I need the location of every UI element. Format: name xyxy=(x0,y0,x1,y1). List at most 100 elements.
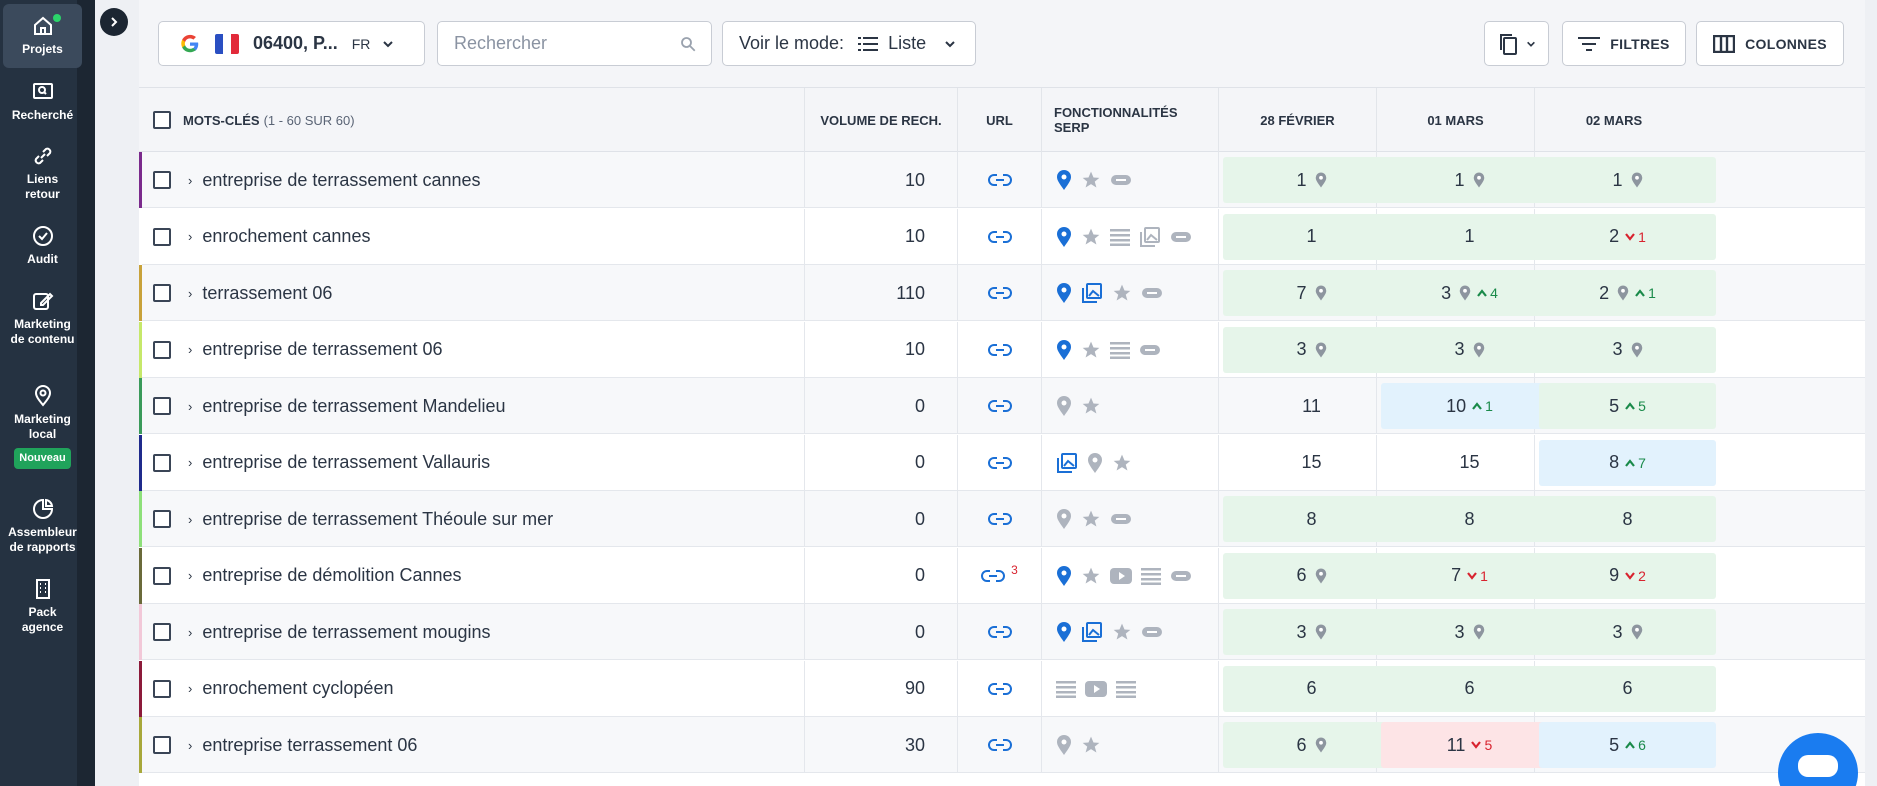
expand-chevron-icon[interactable]: › xyxy=(188,625,192,640)
row-checkbox[interactable] xyxy=(153,510,171,528)
table-row[interactable]: › entreprise de terrassement 06 10 3 3 3 xyxy=(139,321,1865,378)
link-icon[interactable] xyxy=(987,456,1012,470)
position-cell[interactable]: 6 xyxy=(1223,552,1400,599)
table-row[interactable]: › enrochement cannes 10 1121 xyxy=(139,208,1865,265)
row-checkbox[interactable] xyxy=(153,736,171,754)
expand-chevron-icon[interactable]: › xyxy=(188,568,192,583)
position-cell[interactable]: 3 xyxy=(1223,609,1400,655)
position-cell[interactable]: 15 xyxy=(1381,440,1558,486)
link-icon[interactable] xyxy=(987,512,1012,526)
position-cell[interactable]: 56 xyxy=(1539,722,1716,768)
link-icon[interactable] xyxy=(987,286,1012,300)
keyword-text[interactable]: enrochement cannes xyxy=(202,226,370,247)
keyword-text[interactable]: entreprise terrassement 06 xyxy=(202,735,417,756)
position-cell[interactable]: 6 xyxy=(1223,722,1400,768)
column-header-serp[interactable]: FONCTIONNALITÉS SERP xyxy=(1042,88,1219,152)
position-cell[interactable]: 3 xyxy=(1223,326,1400,373)
position-cell[interactable]: 55 xyxy=(1539,383,1716,429)
position-cell[interactable]: 92 xyxy=(1539,552,1716,599)
sidebar-item-marketing-contenu[interactable]: Marketing de contenu xyxy=(3,289,82,367)
expand-chevron-icon[interactable]: › xyxy=(188,681,192,696)
row-checkbox[interactable] xyxy=(153,284,171,302)
row-checkbox[interactable] xyxy=(153,171,171,189)
column-header-date-1[interactable]: 28 FÉVRIER xyxy=(1219,88,1377,152)
sidebar-item-recherche[interactable]: Recherché xyxy=(3,80,82,130)
position-cell[interactable]: 11 xyxy=(1223,383,1400,429)
link-icon[interactable] xyxy=(987,343,1012,357)
keyword-text[interactable]: entreprise de terrassement cannes xyxy=(202,170,480,191)
sidebar-item-projets[interactable]: Projets xyxy=(3,4,82,68)
position-cell[interactable]: 6 xyxy=(1381,665,1558,712)
position-cell[interactable]: 1 xyxy=(1539,157,1716,203)
expand-chevron-icon[interactable]: › xyxy=(188,229,192,244)
expand-chevron-icon[interactable]: › xyxy=(188,738,192,753)
link-icon[interactable] xyxy=(981,569,1006,583)
table-row[interactable]: › entreprise de terrassement Théoule sur… xyxy=(139,491,1865,547)
sidebar-item-marketing-local[interactable]: Marketing local Nouveau xyxy=(3,384,82,478)
row-checkbox[interactable] xyxy=(153,453,171,472)
expand-chevron-icon[interactable]: › xyxy=(188,512,192,527)
filters-button[interactable]: FILTRES xyxy=(1562,21,1686,66)
keyword-text[interactable]: entreprise de terrassement Vallauris xyxy=(202,452,490,473)
column-header-volume[interactable]: VOLUME DE RECH. xyxy=(805,88,958,152)
position-cell[interactable]: 8 xyxy=(1223,496,1400,542)
table-row[interactable]: › terrassement 06 110 73421 xyxy=(139,265,1865,321)
position-cell[interactable]: 34 xyxy=(1381,270,1558,316)
position-cell[interactable]: 8 xyxy=(1381,496,1558,542)
search-engine-location-select[interactable]: 06400, P... FR xyxy=(158,21,425,66)
expand-chevron-icon[interactable]: › xyxy=(188,455,192,470)
position-cell[interactable]: 10 1 xyxy=(1381,383,1558,429)
keyword-text[interactable]: entreprise de terrassement Théoule sur m… xyxy=(202,509,553,530)
table-row[interactable]: › entreprise terrassement 06 30 6 11 5 5 6 xyxy=(139,717,1865,773)
position-cell[interactable]: 1 xyxy=(1381,213,1558,260)
position-cell[interactable]: 21 xyxy=(1539,213,1716,260)
keyword-text[interactable]: entreprise de terrassement 06 xyxy=(202,339,442,360)
sidebar-item-liens-retour[interactable]: Liens retour xyxy=(3,144,82,206)
position-cell[interactable]: 87 xyxy=(1539,439,1716,486)
search-input[interactable]: Rechercher xyxy=(437,21,712,66)
keyword-text[interactable]: terrassement 06 xyxy=(202,283,332,304)
copy-menu-button[interactable] xyxy=(1484,21,1549,66)
column-header-date-2[interactable]: 01 MARS xyxy=(1377,88,1535,152)
table-row[interactable]: › entreprise de terrassement mougins 0 3… xyxy=(139,604,1865,660)
link-icon[interactable] xyxy=(987,173,1012,187)
column-header-url[interactable]: URL xyxy=(958,88,1042,152)
table-row[interactable]: › entreprise de terrassement Mandelieu 0… xyxy=(139,378,1865,434)
link-icon[interactable] xyxy=(987,738,1012,752)
position-cell[interactable]: 1 xyxy=(1223,213,1400,260)
keyword-text[interactable]: entreprise de terrassement Mandelieu xyxy=(202,396,505,417)
row-checkbox[interactable] xyxy=(153,227,171,246)
expand-chevron-icon[interactable]: › xyxy=(188,399,192,414)
position-cell[interactable]: 21 xyxy=(1539,270,1716,316)
position-cell[interactable]: 71 xyxy=(1381,552,1558,599)
keyword-text[interactable]: entreprise de démolition Cannes xyxy=(202,565,461,586)
row-checkbox[interactable] xyxy=(153,397,171,415)
table-row[interactable]: › enrochement cyclopéen 90 6 6 6 xyxy=(139,660,1865,717)
expand-chevron-icon[interactable]: › xyxy=(188,342,192,357)
link-icon[interactable] xyxy=(987,399,1012,413)
sidebar-item-assembleur-rapports[interactable]: Assembleur de rapports xyxy=(3,497,82,557)
position-cell[interactable]: 6 xyxy=(1223,665,1400,712)
link-icon[interactable] xyxy=(987,682,1012,696)
position-cell[interactable]: 1 xyxy=(1381,157,1558,203)
expand-chevron-icon[interactable]: › xyxy=(188,286,192,301)
expand-chevron-icon[interactable]: › xyxy=(188,173,192,188)
column-header-keywords[interactable]: MOTS-CLÉS (1 - 60 SUR 60) xyxy=(139,88,805,152)
table-row[interactable]: › entreprise de démolition Cannes 0 3 6 7… xyxy=(139,547,1865,604)
row-checkbox[interactable] xyxy=(153,623,171,641)
columns-button[interactable]: COLONNES xyxy=(1696,21,1844,66)
table-row[interactable]: › entreprise de terrassement Vallauris 0… xyxy=(139,434,1865,491)
keyword-text[interactable]: enrochement cyclopéen xyxy=(202,678,393,699)
table-row[interactable]: › entreprise de terrassement cannes 10 1… xyxy=(139,152,1865,208)
row-checkbox[interactable] xyxy=(153,679,171,698)
row-checkbox[interactable] xyxy=(153,340,171,359)
sidebar-item-pack-agence[interactable]: Pack agence xyxy=(3,577,82,637)
keyword-text[interactable]: entreprise de terrassement mougins xyxy=(202,622,490,643)
link-icon[interactable] xyxy=(987,230,1012,244)
position-cell[interactable]: 3 xyxy=(1381,326,1558,373)
position-cell[interactable]: 15 xyxy=(1223,440,1400,486)
select-all-checkbox[interactable] xyxy=(153,111,171,129)
column-header-date-3[interactable]: 02 MARS xyxy=(1535,88,1693,152)
position-cell[interactable]: 3 xyxy=(1539,326,1716,373)
view-mode-select[interactable]: Voir le mode: Liste xyxy=(722,21,976,66)
